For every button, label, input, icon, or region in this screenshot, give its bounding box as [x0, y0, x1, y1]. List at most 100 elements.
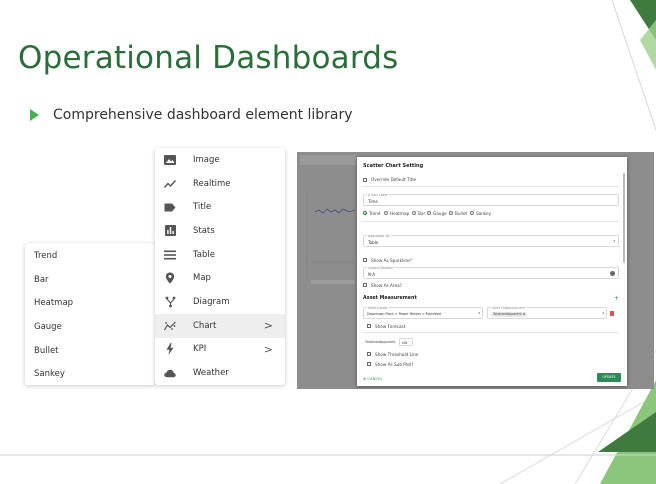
menu-item-label: Table — [193, 249, 215, 260]
bar-stats-icon — [164, 225, 176, 237]
unit-select[interactable]: kW — [399, 338, 413, 346]
menu-item-label: Realtime — [193, 178, 231, 189]
menu-item-realtime[interactable]: Realtime — [155, 172, 285, 196]
aggregate-caption: Aggregate By — [367, 234, 391, 238]
menu-item-label: Stats — [193, 225, 215, 236]
chart-type-label: Sankey — [476, 211, 492, 216]
submenu-item-bullet[interactable]: Bullet — [25, 340, 155, 364]
bullet-point: Comprehensive dashboard element library — [30, 107, 353, 123]
sub-plot-checkbox[interactable] — [367, 362, 371, 366]
dropdown-arrow-icon: ▾ — [478, 311, 480, 315]
info-icon[interactable] — [610, 271, 615, 276]
override-title-label: Override Default Title — [371, 177, 417, 182]
dialog-title: Scatter Chart Setting — [363, 163, 424, 169]
show-area-label: Show As Area? — [371, 283, 402, 288]
map-pin-icon — [164, 272, 176, 284]
chart-type-radio-heatmap[interactable] — [384, 211, 389, 216]
threshold-checkbox[interactable] — [367, 352, 371, 356]
menu-item-kpi[interactable]: KPI > — [155, 338, 285, 362]
submenu-item-sankey[interactable]: Sankey — [25, 363, 155, 387]
menu-item-map[interactable]: Map — [155, 266, 285, 290]
lightning-bolt-icon — [164, 343, 176, 356]
select-asset-caption: Select Asset — [367, 306, 389, 310]
cancel-button[interactable]: ⊗ CANCEL — [363, 376, 383, 381]
select-measurement-caption: Select Measurement — [491, 306, 526, 310]
chart-type-radio-trend[interactable] — [363, 211, 368, 216]
show-forecast-label: Show Forecast — [375, 324, 406, 329]
select-asset-field[interactable]: Select Asset Downtown Plant > Power Mete… — [363, 306, 483, 319]
menu-item-title[interactable]: Title — [155, 195, 285, 219]
threshold-label: Show Threshold Line — [375, 352, 419, 357]
menu-item-label: Chart — [193, 320, 217, 331]
submenu-item-gauge[interactable]: Gauge — [25, 316, 155, 340]
menu-item-stats[interactable]: Stats — [155, 219, 285, 243]
sparkline-label: Show As Sparkline? — [371, 258, 412, 263]
x-axis-label-caption: X Axis Label — [367, 193, 389, 197]
close-circle-icon: ⊗ — [363, 376, 367, 381]
divider — [363, 332, 619, 333]
divider — [363, 221, 619, 222]
select-asset-value: Downtown Plant > Power Meters > Mainfeed — [367, 312, 441, 316]
dialog-scrollbar[interactable] — [623, 173, 625, 263]
submenu-item-trend[interactable]: Trend — [25, 245, 155, 269]
override-title-checkbox[interactable] — [363, 178, 367, 182]
menu-item-label: KPI — [193, 344, 207, 355]
measurement-chip[interactable]: TotalizedApparent ⊗ — [491, 311, 528, 317]
element-menu: Image Realtime Title Stats Table Map Dia… — [155, 148, 285, 385]
chart-type-radio-sankey[interactable] — [470, 211, 475, 216]
chart-type-radio-bar[interactable] — [412, 211, 417, 216]
legend-position-field[interactable]: Legend Position N-A — [363, 266, 619, 279]
aggregate-select[interactable]: Aggregate By Table ▾ — [363, 234, 619, 247]
submenu-item-bar[interactable]: Bar — [25, 269, 155, 293]
menu-item-label: Image — [193, 154, 220, 165]
delete-measurement-icon[interactable] — [610, 311, 614, 316]
update-button[interactable]: UPDATE — [597, 373, 621, 382]
table-lines-icon — [164, 249, 176, 261]
bullet-text: Comprehensive dashboard element library — [53, 107, 353, 123]
trend-line-icon — [164, 178, 176, 190]
sparkline-checkbox[interactable] — [363, 258, 367, 262]
show-area-checkbox[interactable] — [363, 283, 367, 287]
menu-item-weather[interactable]: Weather — [155, 361, 285, 385]
legend-value: N-A — [368, 271, 376, 277]
menu-item-diagram[interactable]: Diagram — [155, 290, 285, 314]
chart-type-label: Gauge — [433, 211, 447, 216]
label-tag-icon — [164, 201, 176, 213]
chart-setting-screenshot: Scatter Chart Setting Override Default T… — [297, 152, 654, 389]
scatter-chart-setting-dialog: Scatter Chart Setting Override Default T… — [357, 157, 627, 386]
add-measurement-button[interactable]: + — [614, 295, 619, 302]
x-axis-label-field[interactable]: X Axis Label Time — [363, 193, 619, 206]
image-icon — [164, 154, 176, 166]
unit-value: kW — [402, 340, 408, 345]
menu-item-label: Title — [193, 202, 212, 213]
chart-type-label: Trend — [369, 211, 381, 216]
dropdown-arrow-icon: ▾ — [613, 239, 615, 243]
x-axis-label-value: Time — [368, 198, 378, 204]
legend-caption: Legend Position — [367, 266, 395, 270]
menu-item-table[interactable]: Table — [155, 243, 285, 267]
chevron-right-icon: > — [263, 318, 273, 332]
show-forecast-checkbox[interactable] — [367, 324, 371, 328]
aggregate-value: Table — [368, 239, 379, 245]
chart-type-label: Heatmap — [390, 211, 410, 216]
menu-item-label: Diagram — [193, 296, 230, 307]
menu-item-label: Map — [193, 273, 211, 284]
chevron-right-icon: > — [263, 342, 273, 356]
chart-type-radio-gauge[interactable] — [427, 211, 432, 216]
chart-type-label: Bar — [418, 211, 426, 216]
cloud-icon — [164, 367, 176, 379]
menu-item-chart[interactable]: Chart > — [155, 313, 285, 338]
sub-plot-label: Show As Sub Plot? — [375, 362, 414, 367]
menu-item-image[interactable]: Image — [155, 148, 285, 172]
divider — [363, 186, 619, 187]
slide-title: Operational Dashboards — [18, 40, 399, 76]
asset-measurement-heading: Asset Measurement — [363, 296, 417, 301]
chart-type-radio-bullet[interactable] — [449, 211, 454, 216]
scatter-chart-icon — [164, 320, 176, 332]
measurement-name: TotalizedApparent — [365, 340, 396, 344]
select-measurement-field[interactable]: Select Measurement TotalizedApparent ⊗ ▾ — [487, 306, 607, 319]
submenu-item-heatmap[interactable]: Heatmap — [25, 292, 155, 316]
chip-close-icon[interactable]: ⊗ — [523, 312, 526, 316]
chart-submenu: Trend Bar Heatmap Gauge Bullet Sankey — [25, 243, 155, 385]
bullet-arrow-icon — [30, 109, 39, 121]
